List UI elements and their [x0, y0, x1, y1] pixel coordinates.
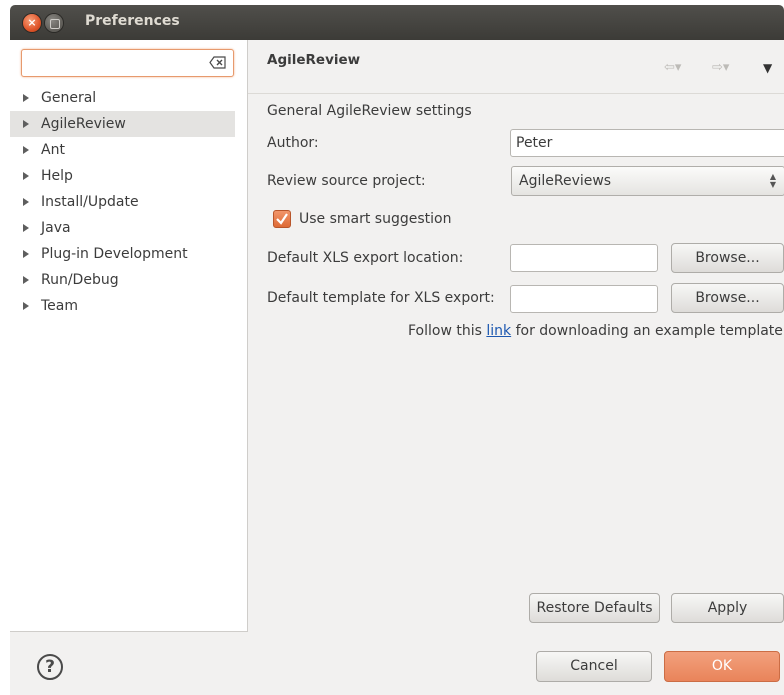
- apply-button[interactable]: Apply: [671, 593, 784, 623]
- cancel-button[interactable]: Cancel: [536, 651, 652, 682]
- tree-item-team[interactable]: Team: [10, 293, 247, 319]
- expand-arrow-icon[interactable]: [23, 146, 29, 154]
- source-project-value: AgileReviews: [519, 173, 612, 189]
- tree-item-label: Run/Debug: [41, 272, 119, 288]
- tree-item-label: Install/Update: [41, 194, 139, 210]
- tree-item-label: Help: [41, 168, 73, 184]
- xls-template-label: Default template for XLS export:: [267, 290, 495, 306]
- preferences-sidebar: General AgileReview Ant Help Install/Upd…: [10, 40, 248, 632]
- tree-item-plugin-development[interactable]: Plug-in Development: [10, 241, 247, 267]
- page-title: AgileReview: [267, 52, 361, 68]
- expand-arrow-icon[interactable]: [23, 120, 29, 128]
- question-icon[interactable]: ?: [37, 654, 63, 680]
- xls-export-field[interactable]: [510, 244, 658, 272]
- source-project-select[interactable]: AgileReviews ▲ ▼: [511, 166, 784, 196]
- expand-arrow-icon[interactable]: [23, 302, 29, 310]
- ok-button[interactable]: OK: [664, 651, 780, 682]
- tree-item-label: Java: [41, 220, 71, 236]
- browse-xls-export-button[interactable]: Browse...: [671, 243, 784, 273]
- preferences-tree: General AgileReview Ant Help Install/Upd…: [10, 85, 247, 319]
- expand-arrow-icon[interactable]: [23, 224, 29, 232]
- tree-item-install-update[interactable]: Install/Update: [10, 189, 247, 215]
- preferences-dialog: General AgileReview Ant Help Install/Upd…: [10, 40, 784, 695]
- filter-input[interactable]: [21, 49, 234, 77]
- browse-xls-template-button[interactable]: Browse...: [671, 283, 784, 313]
- smart-suggestion-label: Use smart suggestion: [299, 211, 452, 227]
- source-project-label: Review source project:: [267, 173, 426, 189]
- close-icon: ×: [27, 16, 37, 29]
- page-header: AgileReview ⇦▾ ⇨▾ ▼: [248, 40, 784, 94]
- expand-arrow-icon[interactable]: [23, 276, 29, 284]
- expand-arrow-icon[interactable]: [23, 250, 29, 258]
- tree-item-label: Ant: [41, 142, 65, 158]
- tree-item-general[interactable]: General: [10, 85, 247, 111]
- clear-filter-icon[interactable]: [209, 56, 227, 69]
- expand-arrow-icon[interactable]: [23, 198, 29, 206]
- author-field[interactable]: Peter: [510, 129, 784, 157]
- view-menu-icon[interactable]: ▼: [763, 61, 772, 77]
- preference-page: AgileReview ⇦▾ ⇨▾ ▼ General AgileReview …: [248, 40, 784, 632]
- tree-item-label: Team: [41, 298, 79, 314]
- follow-suffix: for downloading an example template: [511, 323, 783, 339]
- xls-export-label: Default XLS export location:: [267, 250, 464, 266]
- close-window-button[interactable]: ×: [23, 14, 41, 32]
- title-bar: × Preferences: [10, 5, 784, 40]
- template-link-row: Follow this link for downloading an exam…: [408, 323, 783, 339]
- expand-arrow-icon[interactable]: [23, 94, 29, 102]
- author-label: Author:: [267, 135, 319, 151]
- tree-item-run-debug[interactable]: Run/Debug: [10, 267, 247, 293]
- tree-item-help[interactable]: Help: [10, 163, 247, 189]
- back-arrow-icon[interactable]: ⇦▾: [664, 60, 681, 76]
- combo-arrows-icon: ▲ ▼: [769, 172, 776, 189]
- tree-item-agilereview[interactable]: AgileReview: [10, 111, 235, 137]
- checkmark-icon: [276, 213, 288, 225]
- template-link[interactable]: link: [486, 323, 511, 339]
- tree-item-label: AgileReview: [41, 116, 126, 132]
- expand-arrow-icon[interactable]: [23, 172, 29, 180]
- window-title: Preferences: [85, 13, 180, 29]
- minimize-window-button[interactable]: [45, 14, 63, 32]
- tree-item-label: General: [41, 90, 97, 106]
- restore-defaults-button[interactable]: Restore Defaults: [529, 593, 660, 623]
- forward-arrow-icon[interactable]: ⇨▾: [712, 60, 729, 76]
- section-label: General AgileReview settings: [267, 103, 472, 119]
- follow-prefix: Follow this: [408, 323, 487, 339]
- tree-item-label: Plug-in Development: [41, 246, 188, 262]
- tree-item-java[interactable]: Java: [10, 215, 247, 241]
- xls-template-field[interactable]: [510, 285, 658, 313]
- smart-suggestion-checkbox[interactable]: [273, 210, 291, 228]
- tree-item-ant[interactable]: Ant: [10, 137, 247, 163]
